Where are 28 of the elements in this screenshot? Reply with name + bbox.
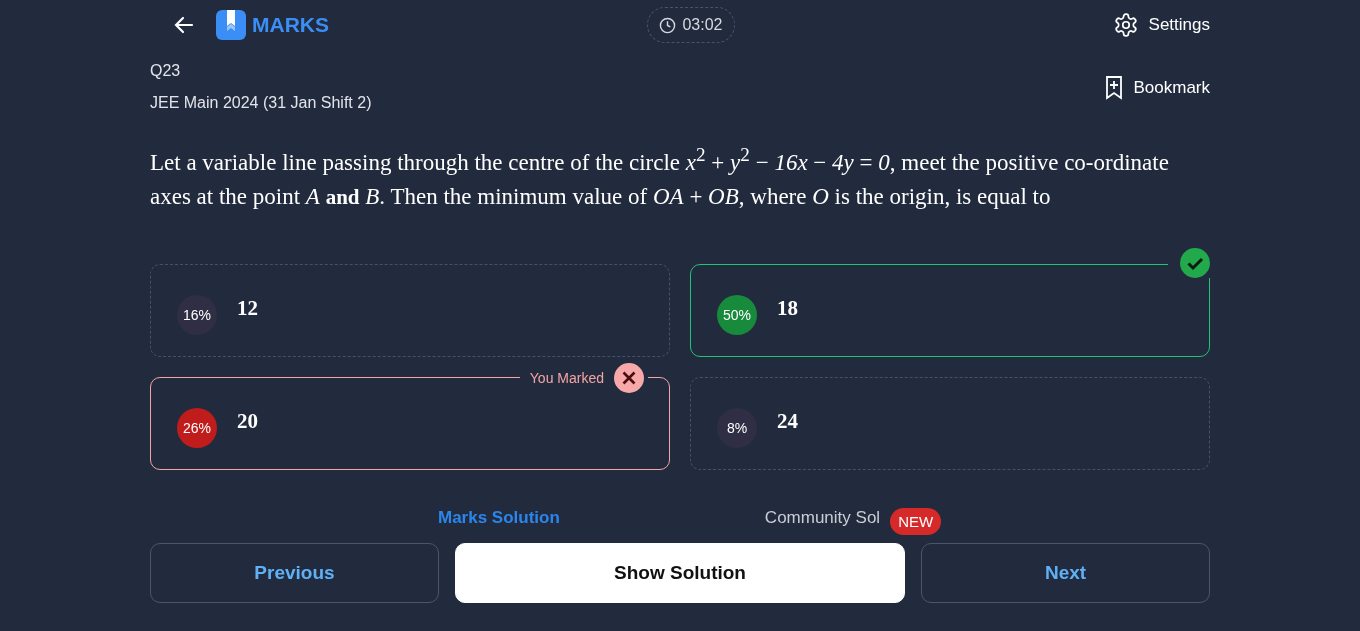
cross-icon (614, 362, 644, 393)
answer-option[interactable]: 16% 12 (150, 263, 670, 357)
option-value: 12 (237, 295, 258, 321)
option-value: 20 (237, 408, 258, 434)
solution-tab[interactable]: Community Sol NEW (764, 507, 942, 535)
option-value: 18 (777, 295, 798, 321)
exam-source: JEE Main 2024 (31 Jan Shift 2) (150, 94, 372, 112)
brand-name: MARKS (252, 13, 329, 37)
clock-icon (659, 16, 677, 34)
settings-icon (1112, 12, 1139, 38)
option-value: 24 (777, 408, 798, 434)
new-badge: NEW (890, 507, 942, 535)
percent-badge: 26% (177, 408, 217, 449)
settings-button[interactable]: Settings (1112, 12, 1210, 38)
check-icon (1180, 247, 1210, 278)
answer-option[interactable]: 8% 24 (690, 376, 1210, 470)
bookmark-logo-icon (216, 10, 246, 40)
percent-badge: 16% (177, 295, 217, 336)
nav-button[interactable]: Next (921, 542, 1210, 603)
percent-badge: 50% (717, 295, 757, 336)
bookmark-add-icon (1105, 76, 1124, 100)
percent-badge: 8% (717, 408, 757, 449)
solution-tab[interactable]: Marks Solution (438, 507, 560, 528)
show-solution-button[interactable]: Show Solution (455, 542, 905, 603)
bookmark-button[interactable]: Bookmark (1105, 76, 1210, 100)
question-text: Let a variable line passing through the centre of the circle x$^{2}$ + y$^{2}$ − 16x − 4y = 0, meet the positive co-ordinate axes at the point A and B. Then the minimum value of OA + OB, where O is the origin, is equal to (150, 143, 1170, 211)
question-number: Q23 (150, 62, 182, 80)
nav-button[interactable]: Previous (150, 542, 439, 603)
